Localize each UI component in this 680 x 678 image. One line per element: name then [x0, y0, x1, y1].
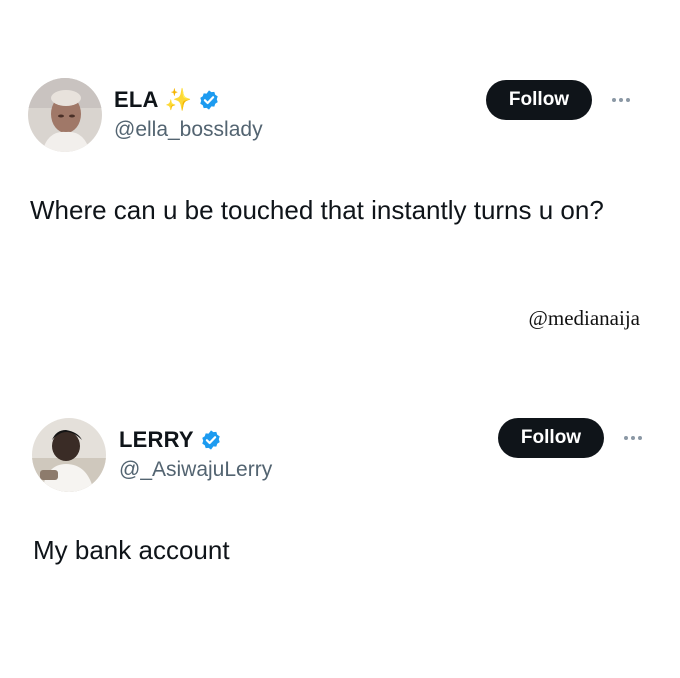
- profile-photo-icon: [32, 418, 106, 492]
- post-text: Where can u be touched that instantly tu…: [30, 195, 604, 225]
- follow-button[interactable]: Follow: [498, 418, 604, 458]
- watermark: @medianaija: [528, 306, 640, 330]
- display-name[interactable]: ELA: [114, 87, 159, 113]
- avatar[interactable]: [32, 418, 106, 492]
- name-row: ELA ✨: [114, 87, 220, 113]
- more-options-icon[interactable]: [612, 98, 630, 102]
- handle[interactable]: @ella_bosslady: [114, 118, 263, 142]
- name-row: LERRY: [119, 427, 222, 453]
- verified-badge-icon: [198, 89, 220, 111]
- sparkles-icon: ✨: [164, 87, 193, 112]
- avatar[interactable]: [28, 78, 102, 152]
- follow-button[interactable]: Follow: [486, 80, 592, 120]
- post-text: My bank account: [33, 535, 230, 565]
- verified-badge-icon: [200, 429, 222, 451]
- handle[interactable]: @_AsiwajuLerry: [119, 458, 272, 482]
- post-ela: ELA ✨ @ella_bosslady Follow Where can u …: [0, 0, 680, 340]
- post-lerry: LERRY @_AsiwajuLerry Follow My bank acco…: [0, 340, 680, 678]
- more-options-icon[interactable]: [624, 436, 642, 440]
- profile-photo-icon: [28, 78, 102, 152]
- display-name[interactable]: LERRY: [119, 427, 194, 453]
